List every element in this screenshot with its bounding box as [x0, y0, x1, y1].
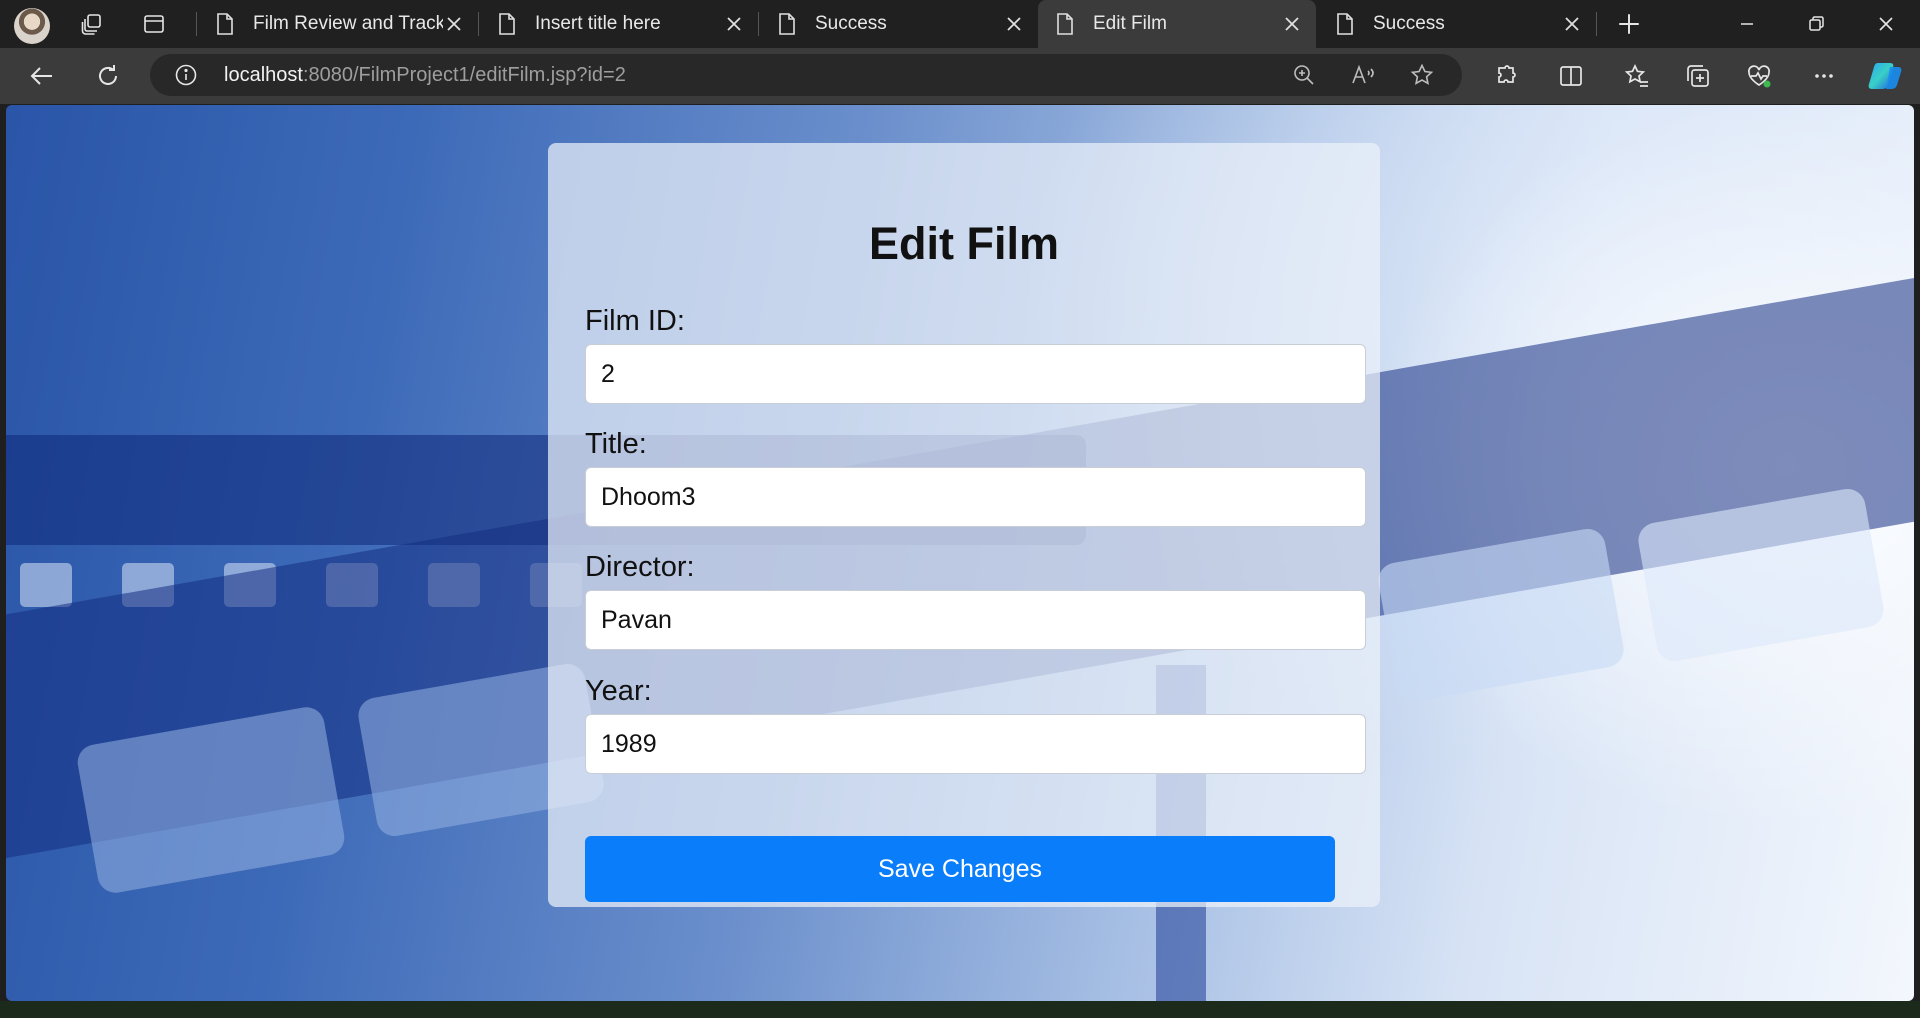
tab-actions-icon[interactable] [142, 12, 166, 36]
page-icon [1337, 13, 1353, 35]
zoom-icon[interactable] [1292, 63, 1316, 87]
favorite-star-icon[interactable] [1410, 63, 1434, 87]
tab-label: Edit Film [1093, 13, 1167, 34]
page-title: Edit Film [869, 218, 1059, 269]
browser-tab[interactable]: Success [760, 0, 1038, 48]
title-label: Title: [585, 428, 647, 460]
new-tab-icon[interactable] [1616, 11, 1642, 37]
split-screen-icon[interactable] [1557, 62, 1585, 90]
extensions-icon[interactable] [1492, 62, 1520, 90]
page-icon [217, 13, 233, 35]
copilot-icon[interactable] [1868, 61, 1904, 91]
site-info-icon[interactable] [174, 63, 198, 87]
read-aloud-icon[interactable] [1350, 63, 1376, 87]
browser-essentials-icon[interactable] [1745, 62, 1773, 90]
year-label: Year: [585, 675, 652, 707]
back-icon[interactable] [28, 62, 56, 90]
edit-film-card: Edit Film Film ID: Title: Director: Year… [548, 143, 1380, 907]
page-viewport: Edit Film Film ID: Title: Director: Year… [6, 105, 1914, 1001]
tab-label: Film Review and Trackir [253, 13, 443, 34]
url-text: localhost:8080/FilmProject1/editFilm.jsp… [224, 64, 626, 86]
more-options-icon[interactable] [1810, 62, 1838, 90]
browser-tab-active[interactable]: Edit Film [1038, 0, 1316, 48]
restore-icon[interactable] [1802, 10, 1830, 38]
close-tab-icon[interactable] [722, 12, 746, 36]
close-tab-icon[interactable] [1002, 12, 1026, 36]
close-tab-icon[interactable] [442, 12, 466, 36]
tab-label: Success [1373, 13, 1445, 34]
close-tab-icon[interactable] [1280, 12, 1304, 36]
browser-tab[interactable]: Success [1318, 0, 1596, 48]
minimize-icon[interactable] [1733, 10, 1761, 38]
title-input[interactable] [585, 467, 1366, 527]
film-id-label: Film ID: [585, 305, 685, 337]
browser-tab[interactable]: Film Review and Trackir [198, 0, 478, 48]
page-icon [1057, 13, 1073, 35]
browser-tab[interactable]: Insert title here [480, 0, 758, 48]
workspaces-icon[interactable] [80, 12, 104, 36]
film-id-input[interactable] [585, 344, 1366, 404]
browser-toolbar: localhost:8080/FilmProject1/editFilm.jsp… [0, 48, 1920, 104]
close-tab-icon[interactable] [1560, 12, 1584, 36]
save-changes-button[interactable]: Save Changes [585, 836, 1335, 902]
tab-label: Insert title here [535, 13, 661, 34]
profile-avatar[interactable] [14, 8, 50, 44]
refresh-icon[interactable] [94, 62, 122, 90]
tab-strip: Film Review and Trackir Insert title her… [0, 0, 1920, 48]
close-window-icon[interactable] [1872, 10, 1900, 38]
taskbar-edge [0, 1001, 1920, 1018]
page-icon [499, 13, 515, 35]
address-bar[interactable]: localhost:8080/FilmProject1/editFilm.jsp… [150, 54, 1462, 96]
favorites-icon[interactable] [1623, 62, 1651, 90]
tab-label: Success [815, 13, 887, 34]
director-label: Director: [585, 551, 695, 583]
director-input[interactable] [585, 590, 1366, 650]
year-input[interactable] [585, 714, 1366, 774]
collections-icon[interactable] [1684, 62, 1712, 90]
page-icon [779, 13, 795, 35]
